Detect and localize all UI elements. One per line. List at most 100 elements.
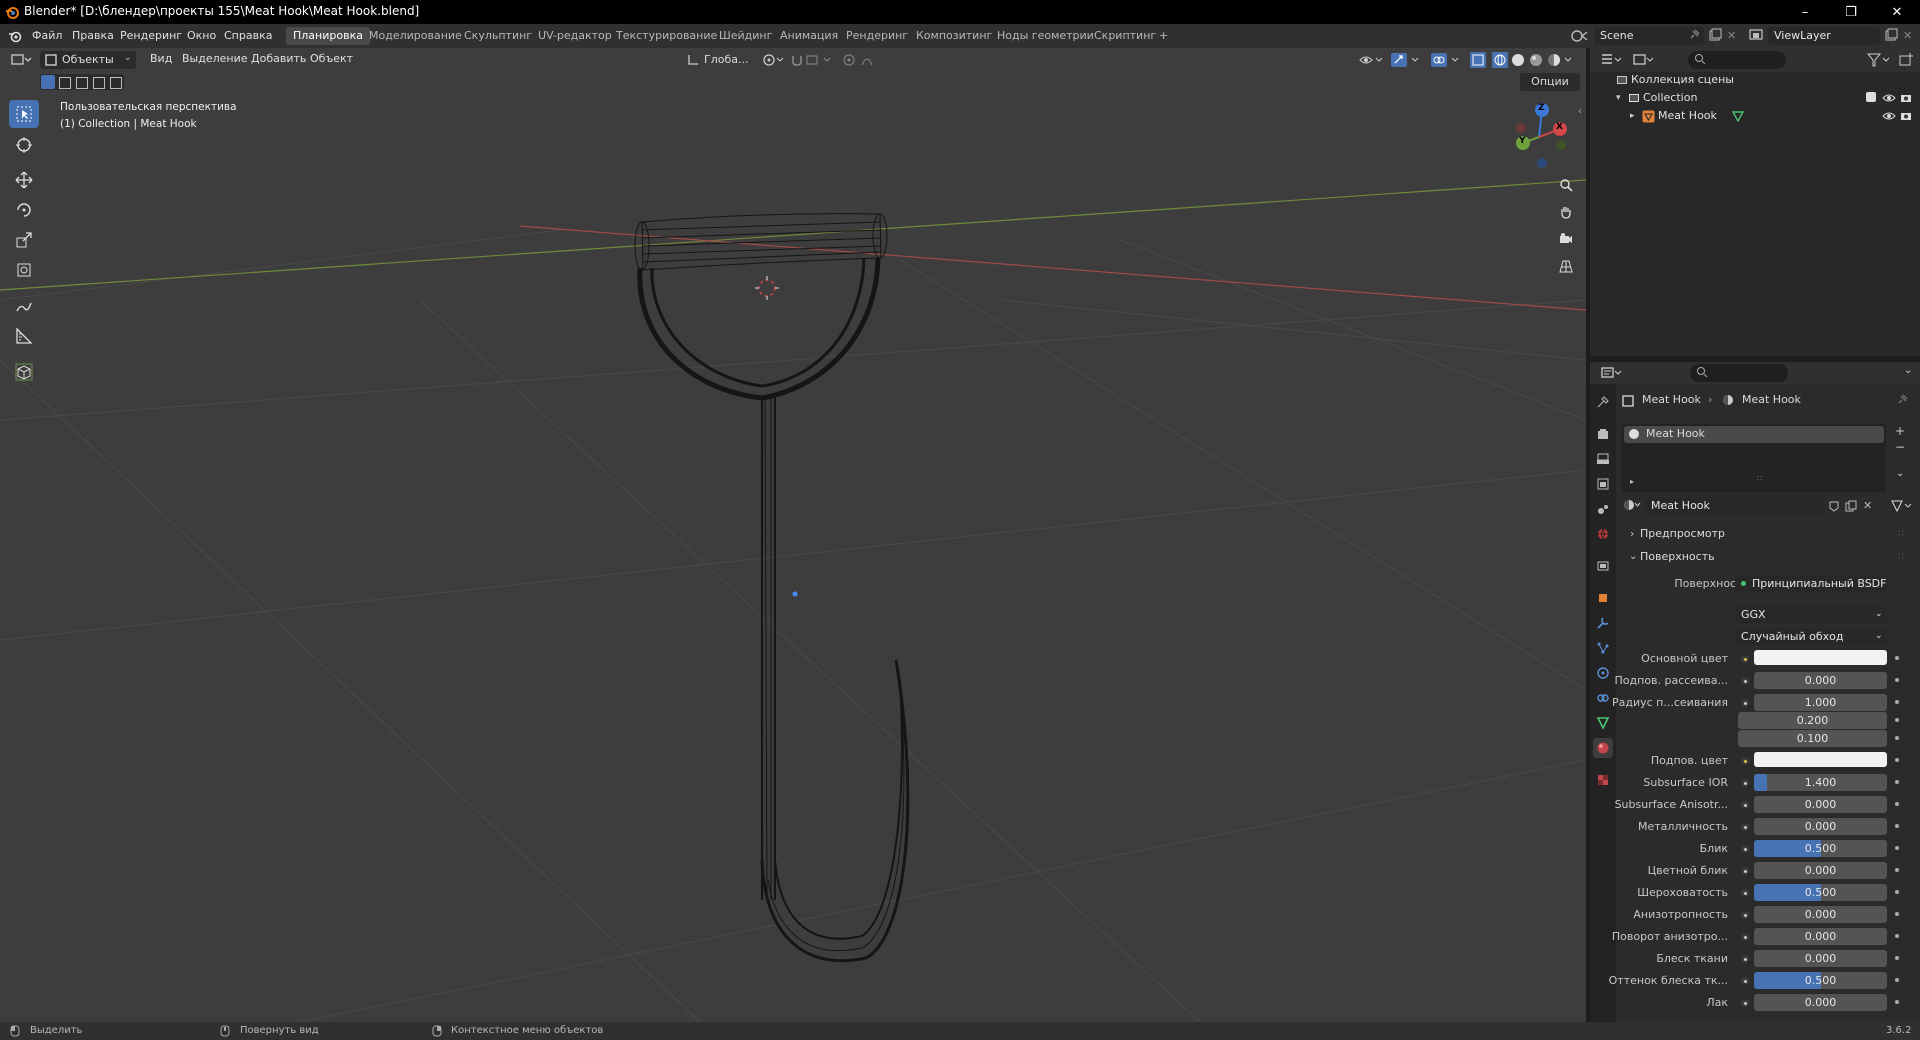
duplicate-material-icon[interactable] xyxy=(1845,500,1857,512)
tab-object-data[interactable] xyxy=(1593,713,1613,733)
keyframe-dot-icon[interactable] xyxy=(1895,678,1899,682)
proportional-edit-icon[interactable] xyxy=(842,52,882,68)
link-mode-icon[interactable] xyxy=(1890,499,1914,513)
value-slider[interactable]: 0.000 xyxy=(1754,950,1887,967)
menu-view[interactable]: Вид xyxy=(150,52,172,65)
tab-collection[interactable] xyxy=(1593,556,1613,576)
value-slider[interactable]: 0.500 xyxy=(1754,884,1887,901)
properties-editor-icon[interactable] xyxy=(1600,365,1624,381)
input-socket-icon[interactable] xyxy=(1741,911,1749,919)
filter-icon[interactable] xyxy=(1866,52,1892,68)
expand-arrow-icon[interactable]: ▸ xyxy=(1630,477,1634,486)
pivot-point-icon[interactable] xyxy=(762,52,786,68)
select-new-icon[interactable] xyxy=(41,75,55,89)
zoom-icon[interactable] xyxy=(1555,174,1577,196)
measure-tool[interactable] xyxy=(9,322,39,350)
tab-render[interactable] xyxy=(1593,424,1613,444)
menu-file[interactable]: Файл xyxy=(32,29,62,42)
options-dropdown[interactable]: Опции xyxy=(1520,73,1580,91)
subsurface-method-dropdown[interactable]: Случайный обход ⌄ xyxy=(1735,628,1887,645)
outliner-scene-collection[interactable]: Коллекция сцены xyxy=(1590,71,1920,89)
delete-view-layer-icon[interactable]: ✕ xyxy=(1903,29,1912,42)
keyframe-dot-icon[interactable] xyxy=(1895,824,1899,828)
tab-object[interactable] xyxy=(1593,588,1613,608)
scale-tool[interactable] xyxy=(9,226,39,254)
keyframe-dot-icon[interactable] xyxy=(1895,912,1899,916)
material-slot-item[interactable]: Meat Hook xyxy=(1624,426,1884,443)
input-socket-icon[interactable] xyxy=(1741,655,1749,663)
pan-hand-icon[interactable] xyxy=(1555,201,1577,223)
surface-shader-selector[interactable]: Принципиальный BSDF xyxy=(1735,575,1887,592)
camera-render-icon[interactable] xyxy=(1900,92,1912,104)
new-view-layer-icon[interactable] xyxy=(1884,28,1898,42)
value-slider[interactable]: 0.100 xyxy=(1738,730,1887,747)
input-socket-icon[interactable] xyxy=(1741,867,1749,875)
input-socket-icon[interactable] xyxy=(1741,801,1749,809)
slot-specials-icon[interactable]: ⌄ xyxy=(1896,468,1904,479)
input-socket-icon[interactable] xyxy=(1741,889,1749,897)
eye-icon[interactable] xyxy=(1882,110,1896,122)
display-mode-icon[interactable] xyxy=(1632,52,1656,68)
color-swatch[interactable] xyxy=(1754,752,1887,767)
color-swatch[interactable] xyxy=(1754,650,1887,665)
keyframe-dot-icon[interactable] xyxy=(1895,656,1899,660)
snap-icon[interactable] xyxy=(790,52,834,68)
close-button[interactable]: ✕ xyxy=(1874,0,1920,24)
new-scene-icon[interactable] xyxy=(1708,28,1722,42)
select-invert-icon[interactable] xyxy=(93,77,105,89)
tab-uv-editing[interactable]: UV-редактор xyxy=(531,27,619,45)
camera-view-icon[interactable] xyxy=(1555,228,1577,250)
panel-surface-header[interactable]: ⌄ Поверхность ∷ xyxy=(1620,547,1920,567)
tab-output[interactable] xyxy=(1593,449,1613,469)
cursor-tool[interactable] xyxy=(9,131,39,159)
value-slider[interactable]: 0.500 xyxy=(1754,840,1887,857)
resize-handle-icon[interactable]: ∷ xyxy=(1757,474,1762,483)
eye-icon[interactable] xyxy=(1882,92,1896,104)
transform-tool[interactable] xyxy=(9,256,39,284)
blender-menu-icon[interactable] xyxy=(8,29,22,43)
select-extend-icon[interactable] xyxy=(59,77,71,89)
select-box-tool[interactable] xyxy=(9,100,39,128)
add-slot-button[interactable]: + xyxy=(1895,424,1905,438)
tab-shading[interactable]: Шейдинг xyxy=(712,27,779,45)
keyframe-dot-icon[interactable] xyxy=(1895,758,1899,762)
properties-search-input[interactable] xyxy=(1690,364,1788,382)
pin-icon[interactable] xyxy=(1688,29,1700,41)
keyframe-dot-icon[interactable] xyxy=(1895,780,1899,784)
drag-handle-icon[interactable]: ∷ xyxy=(1898,524,1904,544)
value-slider[interactable]: 0.000 xyxy=(1754,672,1887,689)
keyframe-dot-icon[interactable] xyxy=(1895,1000,1899,1004)
tab-animation[interactable]: Анимация xyxy=(773,27,845,45)
input-socket-icon[interactable] xyxy=(1741,933,1749,941)
value-slider[interactable]: 0.000 xyxy=(1754,818,1887,835)
tab-texture-paint[interactable]: Текстурирование xyxy=(609,27,724,45)
xray-icon[interactable] xyxy=(1470,52,1486,68)
rotate-tool[interactable] xyxy=(9,196,39,224)
keyframe-dot-icon[interactable] xyxy=(1895,934,1899,938)
keyframe-dot-icon[interactable] xyxy=(1895,718,1899,722)
mode-selector[interactable]: Объекты ⌄ xyxy=(40,51,136,69)
value-slider[interactable]: 0.000 xyxy=(1754,796,1887,813)
remove-slot-button[interactable]: − xyxy=(1895,440,1905,454)
restore-button[interactable]: ❐ xyxy=(1828,0,1874,24)
tab-compositing[interactable]: Композитинг xyxy=(909,27,999,45)
new-collection-icon[interactable] xyxy=(1898,52,1914,68)
tab-material[interactable] xyxy=(1593,738,1613,758)
unlink-material-icon[interactable]: ✕ xyxy=(1863,499,1872,512)
menu-select[interactable]: Выделение xyxy=(182,52,248,65)
tab-modifiers[interactable] xyxy=(1593,613,1613,633)
keyframe-dot-icon[interactable] xyxy=(1895,890,1899,894)
shading-rendered-icon[interactable] xyxy=(1546,52,1576,68)
move-tool[interactable] xyxy=(9,166,39,194)
overlays-icon[interactable] xyxy=(1430,52,1462,68)
select-intersect-icon[interactable] xyxy=(110,77,122,89)
visibility-icon[interactable] xyxy=(1358,52,1386,68)
outliner-collection-row[interactable]: ▾ Collection xyxy=(1590,89,1920,107)
select-subtract-icon[interactable] xyxy=(76,77,88,89)
navigation-gizmo[interactable]: Z X Y xyxy=(1500,98,1578,176)
drag-handle-icon[interactable]: ∷ xyxy=(1898,547,1904,567)
pin-icon[interactable] xyxy=(1896,394,1908,406)
minimize-button[interactable]: – xyxy=(1782,0,1828,24)
add-cube-tool[interactable] xyxy=(9,358,39,386)
material-name-field[interactable]: Meat Hook xyxy=(1645,497,1825,515)
